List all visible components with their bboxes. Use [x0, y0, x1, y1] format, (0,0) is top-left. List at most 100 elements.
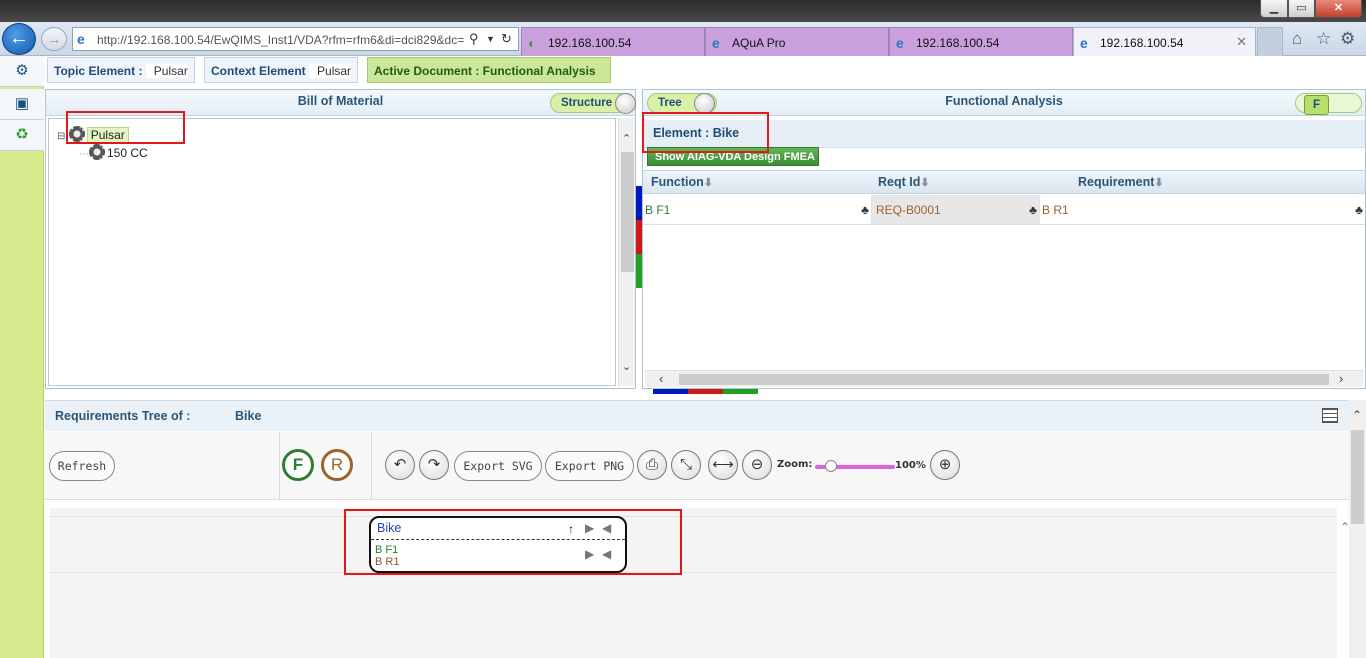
zoom-label: Zoom: — [777, 459, 813, 470]
tree-node-label: 150 CC — [107, 146, 148, 160]
canvas-scroll-up-icon[interactable]: ⌃ — [1340, 520, 1350, 534]
browser-tab-1[interactable]: ◐ 192.168.100.54 — [521, 27, 705, 56]
scroll-thumb[interactable] — [679, 374, 1329, 385]
toggle-knob — [694, 93, 715, 114]
requirements-toolbar: Refresh F R ↶ ↷ Export SVG Export PNG ⎙ … — [45, 432, 1349, 500]
window-title-bar: ▁ ▭ ✕ — [0, 0, 1366, 22]
undo-icon[interactable]: ↶ — [385, 450, 415, 480]
color-bar — [653, 389, 759, 394]
tab-label: 192.168.100.54 — [548, 36, 632, 50]
hierarchy-icon[interactable]: ♣ — [1355, 203, 1363, 217]
zoom-slider-handle[interactable] — [825, 460, 837, 472]
collapse-icon[interactable]: ⊟ — [57, 131, 65, 142]
scroll-up-arrow-icon[interactable]: ⌃ — [1352, 408, 1362, 422]
bom-tree: ⊟ Pulsar ⋯ 150 CC — [48, 118, 616, 386]
requirements-canvas — [50, 508, 1337, 658]
scroll-up-arrow-icon[interactable]: ⌃ — [622, 132, 631, 145]
tree-connector: ⋯ — [79, 149, 89, 160]
back-button[interactable]: ← — [2, 23, 36, 55]
favorites-star-icon[interactable]: ☆ — [1316, 29, 1331, 49]
gear-icon — [89, 144, 105, 160]
context-element-value: Pulsar — [309, 64, 352, 78]
refresh-icon[interactable]: ↻ — [501, 31, 512, 47]
requirements-tree-element: Bike — [235, 409, 262, 423]
home-icon[interactable]: ⌂ — [1292, 29, 1302, 49]
ie-icon: e — [77, 31, 85, 47]
column-header-reqt-id[interactable]: Reqt Id⬇ — [878, 175, 930, 189]
tree-node-150cc[interactable]: ⋯ 150 CC — [79, 144, 148, 160]
horizontal-scrollbar[interactable]: ‹ › — [645, 370, 1363, 387]
hierarchy-icon[interactable]: ♣ — [861, 203, 869, 217]
tab-label: AQuA Pro — [732, 36, 786, 50]
column-header-function[interactable]: Function⬇ — [651, 175, 713, 189]
address-url: http://192.168.100.54/EwQIMS_Inst1/VDA?r… — [97, 33, 465, 47]
bom-vertical-scrollbar[interactable]: ⌃ ⌄ — [618, 118, 635, 386]
context-element-chip: Context Element Pulsar — [204, 57, 358, 83]
ie-icon: e — [896, 35, 904, 51]
topic-element-value: Pulsar — [145, 64, 188, 78]
cell-function[interactable]: B F1 ♣ — [643, 195, 872, 224]
forward-button[interactable]: → — [41, 27, 67, 51]
requirements-tree-label: Requirements Tree of : — [55, 409, 191, 423]
scroll-thumb[interactable] — [621, 152, 634, 272]
fit-width-icon[interactable]: ⟷ — [708, 450, 738, 480]
search-icon[interactable]: ⚲ — [469, 31, 479, 47]
structure-toggle-label: Structure — [561, 97, 613, 109]
f-toggle[interactable]: F — [1295, 93, 1362, 115]
print-icon[interactable]: ⎙ — [637, 450, 667, 480]
scroll-right-arrow-icon[interactable]: › — [1339, 371, 1343, 386]
sort-icon: ⬇ — [703, 177, 713, 189]
scroll-left-arrow-icon[interactable]: ‹ — [659, 371, 663, 386]
cell-reqt-id[interactable]: REQ-B0001 ♣ — [872, 195, 1040, 224]
site-icon: ◐ — [528, 35, 537, 51]
tree-toggle[interactable]: Tree — [647, 93, 717, 114]
redo-icon[interactable]: ↷ — [419, 450, 449, 480]
ie-icon: e — [1080, 35, 1088, 51]
settings-gear-icon[interactable]: ⚙ — [1340, 29, 1355, 49]
sort-icon: ⬇ — [1154, 177, 1164, 189]
zoom-out-icon[interactable]: ⊖ — [742, 450, 772, 480]
scroll-down-arrow-icon[interactable]: ⌄ — [622, 360, 631, 373]
highlight-box-node — [344, 509, 682, 575]
sort-icon: ⬇ — [920, 177, 930, 189]
requirements-vertical-scrollbar[interactable]: ⌃ — [1349, 400, 1366, 658]
export-svg-button[interactable]: Export SVG — [454, 451, 542, 481]
hierarchy-icon[interactable]: ♣ — [1029, 203, 1037, 217]
table-row[interactable]: B F1 ♣ REQ-B0001 ♣ B R1 ♣ — [643, 195, 1365, 225]
f-toggle-label: F — [1304, 95, 1330, 115]
dropdown-arrow-icon[interactable]: ▼ — [486, 34, 495, 44]
zoom-in-icon[interactable]: ⊕ — [930, 450, 960, 480]
export-png-button[interactable]: Export PNG — [545, 451, 634, 481]
address-bar[interactable]: e http://192.168.100.54/EwQIMS_Inst1/VDA… — [72, 27, 519, 51]
topic-element-chip: Topic Element : Pulsar — [47, 57, 195, 83]
scroll-thumb[interactable] — [1351, 430, 1364, 524]
minimize-button[interactable]: ▁ — [1260, 0, 1288, 18]
function-filter-button[interactable]: F — [282, 449, 314, 481]
active-document-chip: Active Document : Functional Analysis — [367, 57, 611, 83]
fit-diagonal-icon[interactable]: ⤡ — [671, 450, 701, 480]
tree-toggle-label: Tree — [658, 97, 682, 109]
zoom-value: 100% — [895, 460, 926, 471]
structure-toggle[interactable]: Structure — [550, 93, 636, 114]
browser-tab-active[interactable]: e 192.168.100.54 ✕ — [1073, 27, 1256, 56]
close-tab-icon[interactable]: ✕ — [1236, 34, 1247, 50]
topic-element-label: Topic Element : — [54, 64, 143, 78]
tab-label: 192.168.100.54 — [916, 36, 1000, 50]
maximize-button[interactable]: ▭ — [1288, 0, 1315, 18]
close-window-button[interactable]: ✕ — [1315, 0, 1362, 18]
context-element-label: Context Element — [211, 64, 306, 78]
toggle-knob — [615, 93, 636, 114]
browser-tab-2[interactable]: e AQuA Pro — [705, 27, 889, 56]
settings-icon[interactable]: ⚙ — [0, 56, 44, 87]
browser-nav-bar: ← → e http://192.168.100.54/EwQIMS_Inst1… — [0, 22, 1366, 56]
browser-tab-3[interactable]: e 192.168.100.54 — [889, 27, 1073, 56]
refresh-button[interactable]: Refresh — [49, 451, 115, 481]
grid-header: Function⬇ Reqt Id⬇ Requirement⬇ — [643, 170, 1365, 194]
new-tab-button[interactable] — [1257, 27, 1283, 56]
cell-requirement[interactable]: B R1 ♣ — [1040, 195, 1365, 224]
recycle-icon[interactable]: ♻ — [0, 120, 44, 151]
requirement-filter-button[interactable]: R — [321, 449, 353, 481]
list-menu-icon[interactable] — [1322, 408, 1338, 423]
monitor-icon[interactable]: ▣ — [0, 89, 44, 120]
column-header-requirement[interactable]: Requirement⬇ — [1078, 175, 1164, 189]
